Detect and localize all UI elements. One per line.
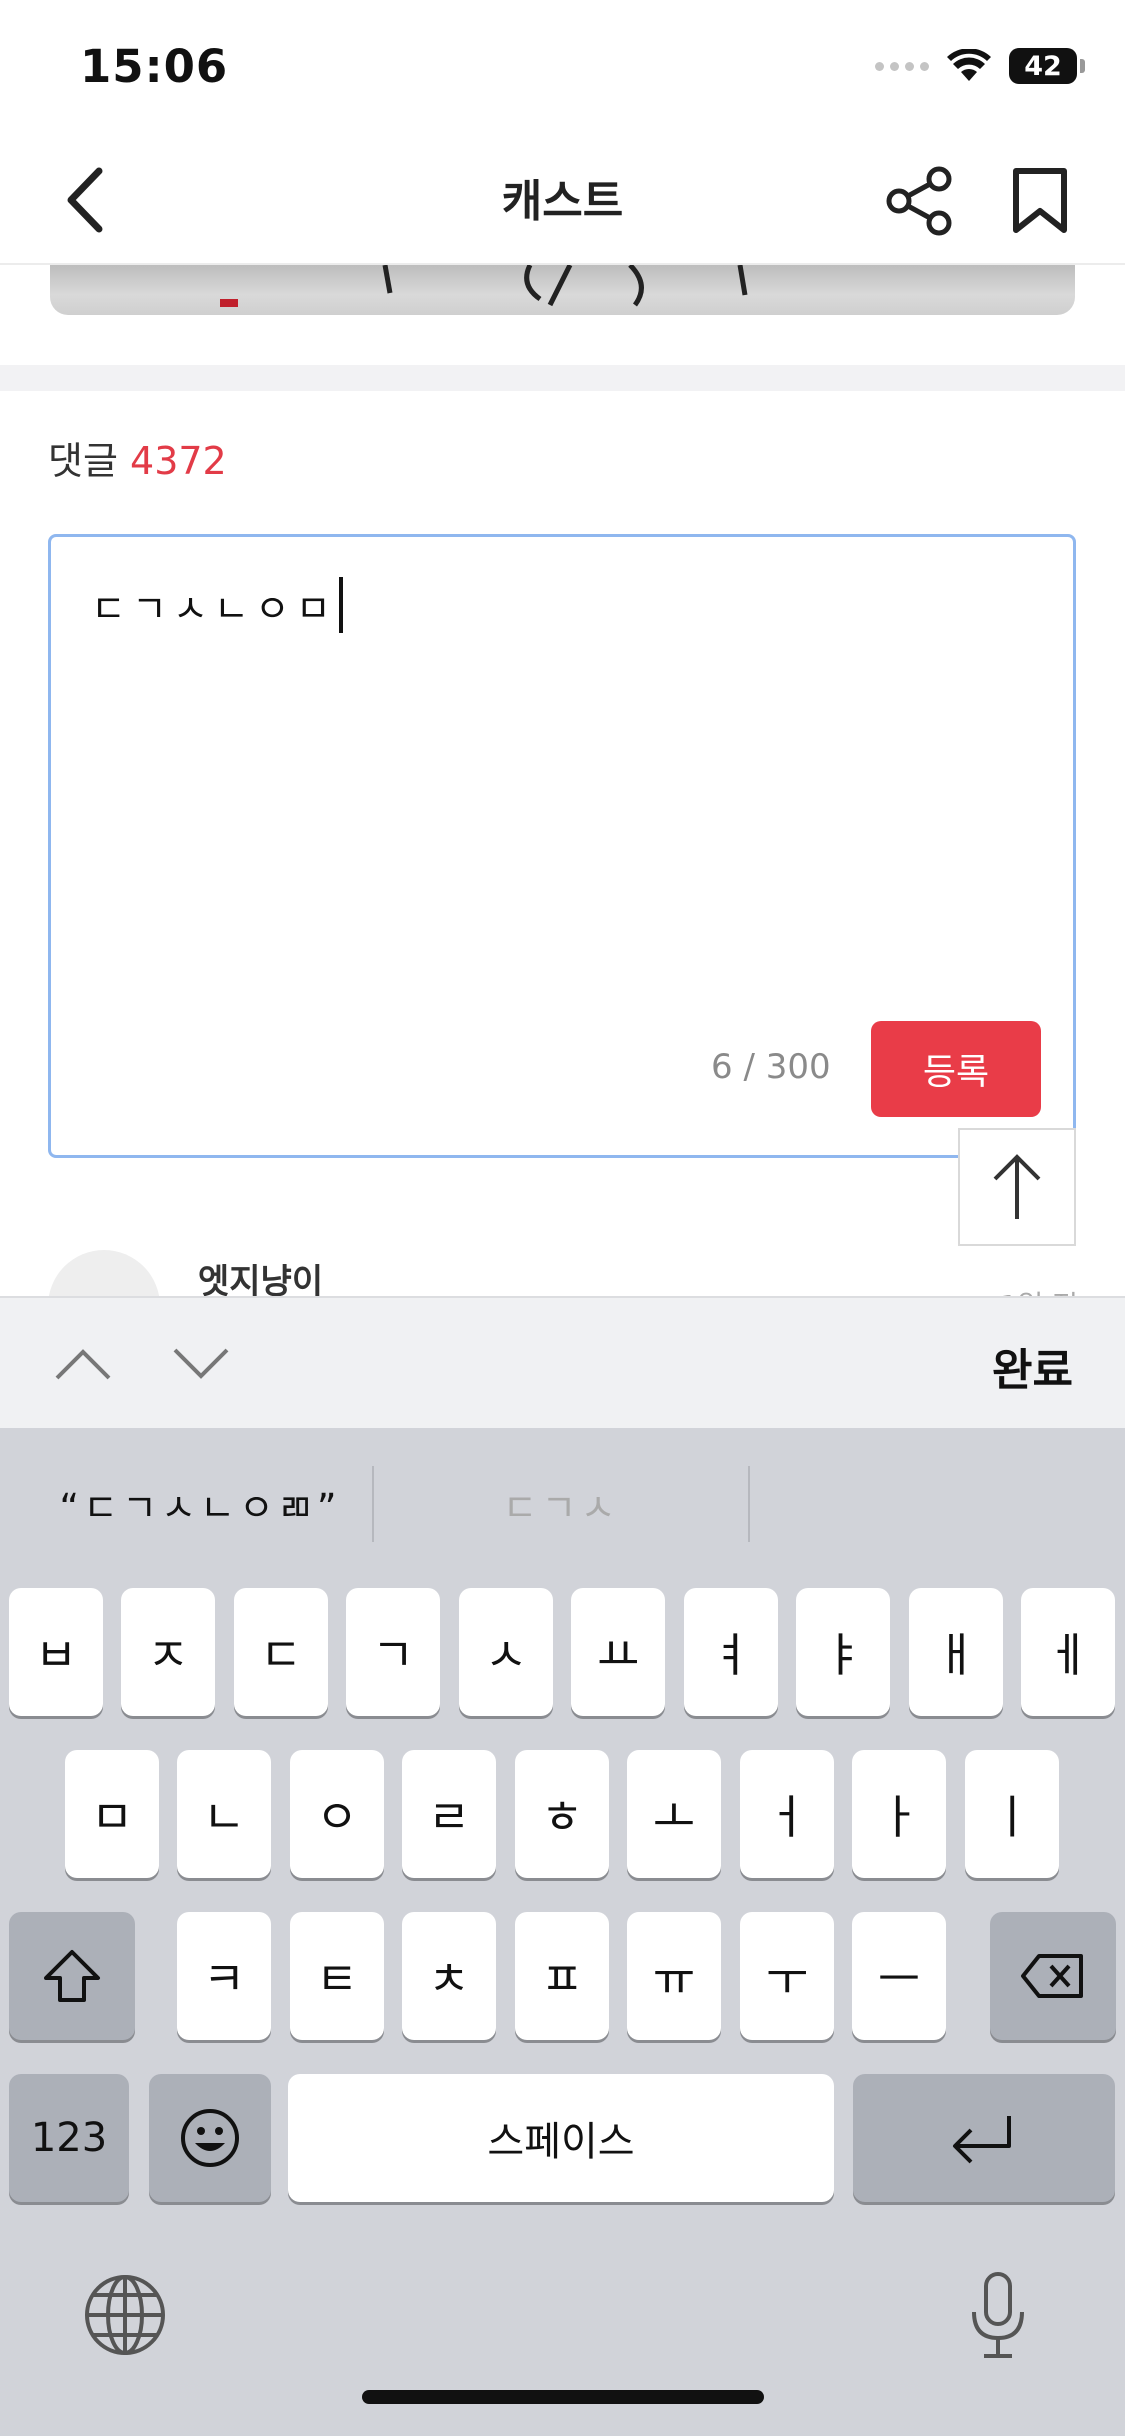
done-button[interactable]: 완료 [992, 1334, 1073, 1398]
suggestion-3[interactable] [752, 1468, 1122, 1540]
navigation-bar: 캐스트 [0, 135, 1125, 265]
status-indicators: 42 [875, 48, 1085, 84]
key-h[interactable]: ㅎ [515, 1750, 609, 1878]
key-o[interactable]: ㅗ [627, 1750, 721, 1878]
key-eu[interactable]: ㅡ [852, 1912, 946, 2040]
battery-indicator: 42 [1009, 48, 1085, 84]
key-ae[interactable]: ㅐ [909, 1588, 1003, 1716]
share-icon [886, 166, 952, 236]
suggestion-divider [372, 1466, 374, 1542]
key-e[interactable]: ㅔ [1021, 1588, 1115, 1716]
comment-input[interactable]: ㄷㄱㅅㄴㅇㅁ 6 / 300 등록 [48, 534, 1076, 1158]
key-r[interactable]: ㄹ [402, 1750, 496, 1878]
arrow-up-icon [993, 1154, 1041, 1219]
article-image [50, 265, 1075, 315]
previous-field-button[interactable] [50, 1336, 116, 1392]
comment-list-item: 엣지냥이 1일 전 [48, 1250, 1078, 1296]
avatar [48, 1250, 160, 1296]
key-yu[interactable]: ㅠ [627, 1912, 721, 2040]
key-ya[interactable]: ㅑ [796, 1588, 890, 1716]
key-a[interactable]: ㅏ [852, 1750, 946, 1878]
home-indicator [362, 2390, 764, 2404]
next-field-button[interactable] [168, 1336, 234, 1392]
backspace-key[interactable] [990, 1912, 1116, 2040]
share-button[interactable] [880, 161, 960, 241]
key-p[interactable]: ㅍ [515, 1912, 609, 2040]
backspace-icon [1021, 1954, 1083, 1998]
globe-button[interactable] [80, 2270, 170, 2360]
key-k[interactable]: ㅋ [177, 1912, 271, 2040]
shift-key[interactable] [9, 1912, 135, 2040]
suggestion-bar: “ㄷㄱㅅㄴㅇㄻ” ㄷㄱㅅ [0, 1428, 1125, 1578]
emoji-key[interactable] [149, 2074, 271, 2202]
scroll-to-top-button[interactable] [958, 1128, 1076, 1246]
chevron-up-icon [55, 1349, 111, 1380]
space-key[interactable]: 스페이스 [288, 2074, 834, 2202]
submit-comment-button[interactable]: 등록 [871, 1021, 1041, 1117]
shift-icon [44, 1950, 100, 2002]
return-key[interactable] [853, 2074, 1115, 2202]
suggestion-2[interactable]: ㄷㄱㅅ [376, 1468, 746, 1540]
keyboard: “ㄷㄱㅅㄴㅇㄻ” ㄷㄱㅅ ㅂ ㅈ ㄷ ㄱ ㅅ ㅛ ㅕ ㅑ ㅐ ㅔ ㅁ ㄴ ㅇ ㄹ… [0, 1428, 1125, 2436]
globe-icon [85, 2275, 165, 2355]
chevron-down-icon [173, 1348, 229, 1379]
character-counter: 6 / 300 [711, 1047, 831, 1087]
wifi-icon [947, 49, 991, 81]
key-u[interactable]: ㅜ [740, 1912, 834, 2040]
comments-header: 댓글 4372 [48, 430, 227, 485]
text-caret [338, 577, 343, 633]
microphone-button[interactable] [958, 2266, 1038, 2366]
suggestion-divider [748, 1466, 750, 1542]
comment-author: 엣지냥이 [198, 1262, 324, 1296]
key-ch[interactable]: ㅊ [402, 1912, 496, 2040]
return-icon [953, 2116, 1011, 2164]
image-content [220, 265, 748, 307]
key-s[interactable]: ㅅ [459, 1588, 553, 1716]
suggestion-1[interactable]: “ㄷㄱㅅㄴㅇㄻ” [30, 1468, 370, 1540]
key-t[interactable]: ㅌ [290, 1912, 384, 2040]
bookmark-icon [1013, 168, 1067, 233]
key-d[interactable]: ㄷ [234, 1588, 328, 1716]
comment-timestamp: 1일 전 [1000, 1284, 1078, 1296]
key-i[interactable]: ㅣ [965, 1750, 1059, 1878]
numbers-key[interactable]: 123 [9, 2074, 129, 2202]
battery-cap [1080, 59, 1085, 73]
comments-label: 댓글 [48, 439, 118, 483]
microphone-icon [972, 2272, 1024, 2358]
emoji-icon [181, 2109, 239, 2167]
key-b[interactable]: ㅂ [9, 1588, 103, 1716]
comments-count: 4372 [130, 439, 227, 483]
key-j[interactable]: ㅈ [121, 1588, 215, 1716]
key-g[interactable]: ㄱ [346, 1588, 440, 1716]
key-yo[interactable]: ㅛ [571, 1588, 665, 1716]
key-n[interactable]: ㄴ [177, 1750, 271, 1878]
status-time: 15:06 [80, 40, 229, 93]
section-divider [0, 365, 1125, 391]
key-ng[interactable]: ㅇ [290, 1750, 384, 1878]
status-bar: 15:06 42 [0, 0, 1125, 135]
key-m[interactable]: ㅁ [65, 1750, 159, 1878]
bookmark-button[interactable] [1000, 161, 1080, 241]
keyboard-accessory-bar: 완료 [0, 1296, 1125, 1428]
key-eo[interactable]: ㅓ [740, 1750, 834, 1878]
key-yeo[interactable]: ㅕ [684, 1588, 778, 1716]
comment-input-value: ㄷㄱㅅㄴㅇㅁ [91, 586, 337, 631]
comment-input-text[interactable]: ㄷㄱㅅㄴㅇㅁ [91, 577, 343, 633]
battery-level: 42 [1009, 48, 1077, 84]
cellular-signal-icon [875, 61, 929, 71]
